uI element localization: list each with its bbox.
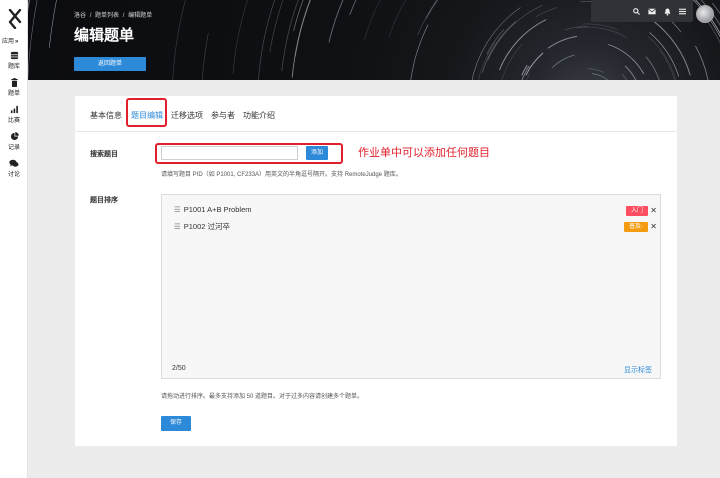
sidebar: 应用» 题库 题单 比赛 记录 讨论 [0,0,28,478]
difficulty-badge: 普及- [624,222,648,232]
star-trail [499,19,547,71]
tab-problem-edit[interactable]: 题目编辑 [131,110,163,121]
list-item[interactable]: ☰ P1002 过河卒 [174,221,230,232]
star-trail [388,0,407,38]
sidebar-item-label: 讨论 [7,172,20,178]
list-item[interactable]: ☰ P1001 A+B Problem [174,205,252,214]
sort-hint: 请拖动进行排序。最多支持添加 50 道题目。对于过多内容请创建多个题单。 [161,394,364,400]
star-trail [487,5,543,61]
star-trail [645,56,660,80]
tab-participants[interactable]: 参与者 [211,110,235,121]
star-trail [417,0,438,36]
pie-chart-icon [10,132,19,141]
sidebar-app-label: 应用 [2,39,15,45]
remove-icon[interactable]: ✕ [650,222,657,232]
mail-icon[interactable] [648,8,656,15]
add-problem-button[interactable]: 添加 [306,146,328,160]
problem-title[interactable]: P1002 过河卒 [184,222,230,231]
expand-arrow-icon: » [15,39,19,45]
star-trail [482,21,517,73]
bell-icon[interactable] [664,8,671,16]
star-trail [232,0,248,74]
sidebar-item-contest[interactable]: 比赛 [0,105,28,124]
star-trail [364,0,381,40]
sidebar-item-label: 比赛 [7,118,20,124]
star-trail [587,68,604,73]
sidebar-item-record[interactable]: 记录 [0,132,28,151]
problem-search-input[interactable] [161,146,298,160]
star-trail [535,7,558,18]
problem-sort-list: ☰ P1001 A+B Problem 入门 ✕ ☰ P1002 过河卒 普及- ✕… [161,194,661,379]
save-button[interactable]: 保存 [161,416,191,431]
star-trail [328,0,344,43]
star-trail [525,52,544,76]
breadcrumb: 洛谷 / 题单列表 / 编辑题单 [74,10,152,19]
star-trail [486,28,505,55]
tab-migration[interactable]: 迁移选项 [171,110,203,121]
star-trail [291,0,311,78]
user-avatar[interactable] [696,5,714,23]
menu-icon[interactable] [679,8,686,15]
search-label: 搜索题目 [90,151,118,158]
breadcrumb-separator: / [89,13,92,19]
back-to-list-button[interactable]: 返回题单 [74,57,146,71]
bar-chart-icon [10,105,18,114]
sidebar-app-toggle[interactable]: 应用» [2,36,18,45]
breadcrumb-item-list[interactable]: 题单列表 [95,13,119,19]
problem-count: 2/50 [172,365,186,372]
search-hint: 请填写题目 PID（如 P1001, CF233A）用英文的半角逗号隔开。支持 … [161,172,402,178]
star-trail [621,73,628,80]
editor-card: 基本信息 题目编辑 迁移选项 参与者 功能介绍 搜索题目 添加 作业单中可以添加… [75,96,677,446]
star-trail [564,26,589,31]
database-icon [10,51,18,60]
breadcrumb-item-current: 编辑题单 [128,13,153,19]
tab-feature-intro[interactable]: 功能介绍 [243,110,275,121]
annotation-text: 作业单中可以添加任何题目 [358,147,490,159]
comments-icon [9,159,19,167]
star-trail [380,0,382,1]
sidebar-item-problems[interactable]: 题库 [0,51,28,70]
sort-label: 题目排序 [90,197,118,204]
breadcrumb-separator: / [122,13,125,19]
sidebar-item-label: 记录 [7,145,20,151]
top-toolbar [591,0,693,22]
tab-bar: 基本信息 题目编辑 迁移选项 参与者 功能介绍 [75,96,677,132]
star-trail [293,0,304,31]
drag-handle-icon[interactable]: ☰ [174,205,181,214]
header-banner: 洛谷 / 题单列表 / 编辑题单 编辑题单 返回题单 [28,0,720,80]
star-trail [202,33,209,80]
sidebar-item-discuss[interactable]: 讨论 [0,159,28,178]
star-trail [547,35,578,49]
star-trail [551,54,575,68]
star-trail [591,73,608,80]
remove-icon[interactable]: ✕ [650,206,657,216]
star-trail [172,0,186,80]
difficulty-badge: 入门 [625,206,648,216]
tab-basic-info[interactable]: 基本信息 [90,110,122,121]
star-trail [576,26,628,39]
sidebar-item-training[interactable]: 题单 [0,78,28,97]
star-trail [582,23,618,30]
sidebar-item-label: 题单 [7,91,20,97]
search-icon[interactable] [633,8,640,15]
page-title: 编辑题单 [74,27,135,44]
breadcrumb-item-home[interactable]: 洛谷 [74,13,86,19]
star-trail [624,65,637,80]
star-trail [28,0,31,12]
star-trail [258,0,275,80]
star-trail [349,0,357,16]
star-trail [608,44,645,75]
star-trail [478,42,496,80]
drag-handle-icon[interactable]: ☰ [174,222,181,231]
sidebar-item-label: 题库 [7,64,20,70]
trash-icon [10,78,18,87]
problem-title[interactable]: P1001 A+B Problem [184,205,252,214]
star-trail [281,0,299,72]
star-trail [695,45,709,80]
luogu-logo-icon[interactable] [7,9,23,29]
star-trail [425,0,439,19]
star-trail [269,0,284,52]
show-tags-link[interactable]: 显示标签 [624,365,652,375]
